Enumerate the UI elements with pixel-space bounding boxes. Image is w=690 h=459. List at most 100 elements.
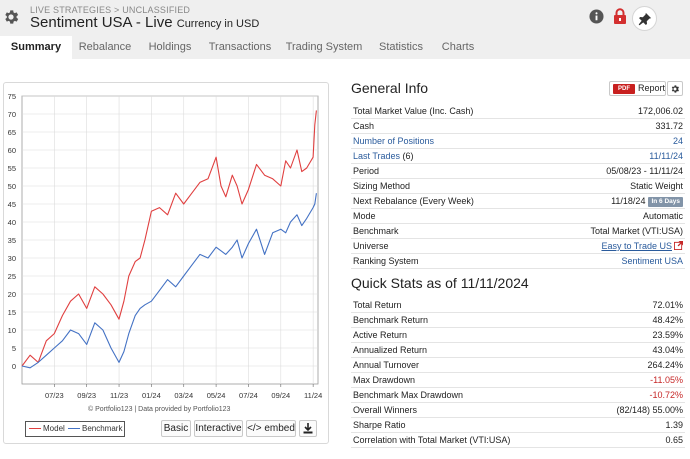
tab-holdings[interactable]: Holdings <box>138 36 202 59</box>
quick-stats-title: Quick Stats as of 11/11/2024 <box>351 275 529 291</box>
chart-credit: © Portfolio123 | Data provided by Portfo… <box>88 406 231 413</box>
positions-count-link[interactable]: 24 <box>673 134 683 148</box>
y-tick-label: 70 <box>8 110 16 119</box>
basic-chart-button[interactable]: Basic <box>161 420 191 437</box>
row-value: 48.42% <box>652 315 683 325</box>
legend-item-benchmark[interactable]: Benchmark <box>68 424 122 433</box>
info-row-mode: Mode Automatic <box>351 209 685 224</box>
y-tick-label: 55 <box>8 164 16 173</box>
y-tick-label: 65 <box>8 128 16 137</box>
legend-label-benchmark: Benchmark <box>82 424 123 433</box>
row-label: Sharpe Ratio <box>353 420 406 430</box>
ranking-system-link[interactable]: Sentiment USA <box>621 254 683 268</box>
row-value: 172,006.02 <box>637 106 683 116</box>
y-tick-label: 60 <box>8 146 16 155</box>
stat-row-annualized-return: Annualized Return 43.04% <box>351 343 685 358</box>
row-label: Last Trades (6) <box>353 149 414 163</box>
y-tick-label: 25 <box>8 272 16 281</box>
row-label: Next Rebalance (Every Week) <box>353 196 474 206</box>
last-trades-link[interactable]: Last Trades <box>353 151 400 161</box>
info-row-ranking-system: Ranking System Sentiment USA <box>351 254 685 269</box>
x-tick-label: 07/24 <box>239 391 258 400</box>
stat-row-active-return: Active Return 23.59% <box>351 328 685 343</box>
x-tick-label: 07/23 <box>45 391 64 400</box>
row-value: 11/18/24 In 6 Days <box>611 194 683 208</box>
lock-icon[interactable] <box>613 8 627 24</box>
download-icon <box>303 423 313 434</box>
performance-chart[interactable]: 0 5 10 15 20 25 30 35 40 45 50 55 60 65 70 75 07/23 09/23… <box>0 82 330 404</box>
tab-bar: Summary Rebalance Holdings Transactions … <box>0 36 690 59</box>
tab-trading-system[interactable]: Trading System <box>278 36 370 59</box>
report-button[interactable]: PDF Report <box>609 81 666 96</box>
row-value: (82/148) 55.00% <box>616 405 683 415</box>
row-label: Annual Turnover <box>353 360 420 370</box>
row-label: Correlation with Total Market (VTI:USA) <box>353 435 511 445</box>
info-row-period: Period 05/08/23 - 11/11/24 <box>351 164 685 179</box>
report-label: Report <box>638 83 666 93</box>
tab-statistics[interactable]: Statistics <box>370 36 432 59</box>
x-tick-label: 11/23 <box>110 391 128 400</box>
positions-link[interactable]: Number of Positions <box>353 134 434 148</box>
x-tick-label: 11/24 <box>304 391 322 400</box>
y-tick-label: 75 <box>8 92 16 101</box>
row-label: Benchmark Max Drawdown <box>353 390 464 400</box>
report-settings-button[interactable] <box>667 81 683 96</box>
row-value: 05/08/23 - 11/11/24 <box>606 166 683 176</box>
x-tick-label: 05/24 <box>207 391 226 400</box>
info-icon[interactable] <box>589 9 604 24</box>
x-tick-label: 01/24 <box>142 391 161 400</box>
tab-transactions[interactable]: Transactions <box>202 36 278 59</box>
row-value: 23.59% <box>652 330 683 340</box>
interactive-chart-button[interactable]: Interactive <box>194 420 243 437</box>
row-label: Overall Winners <box>353 405 418 415</box>
legend-label-model: Model <box>43 424 65 433</box>
page-title: Sentiment USA - Live Currency in USD <box>30 14 259 31</box>
row-label: Cash <box>353 121 375 131</box>
tab-charts[interactable]: Charts <box>432 36 484 59</box>
pin-icon <box>638 12 652 26</box>
info-row-benchmark: Benchmark Total Market (VTI:USA) <box>351 224 685 239</box>
days-until-badge: In 6 Days <box>648 197 683 207</box>
x-tick-label: 09/24 <box>271 391 290 400</box>
y-tick-label: 5 <box>12 344 16 353</box>
download-button[interactable] <box>299 420 317 437</box>
embed-button[interactable]: </> embed <box>246 420 296 437</box>
info-row-number-of-positions: Number of Positions 24 <box>351 134 685 149</box>
stat-row-benchmark-return: Benchmark Return 48.42% <box>351 313 685 328</box>
gear-icon <box>671 85 679 93</box>
legend-swatch-model <box>29 428 41 430</box>
y-tick-label: 30 <box>8 254 16 263</box>
y-tick-label: 50 <box>8 182 16 191</box>
stat-row-overall-winners: Overall Winners (82/148) 55.00% <box>351 403 685 418</box>
y-tick-label: 40 <box>8 218 16 227</box>
x-tick-label: 09/23 <box>77 391 96 400</box>
y-tick-label: 20 <box>8 290 16 299</box>
stat-row-benchmark-max-drawdown: Benchmark Max Drawdown -10.72% <box>351 388 685 403</box>
app-header: LIVE STRATEGIES > UNCLASSIFIED Sentiment… <box>0 0 690 36</box>
tab-summary[interactable]: Summary <box>0 36 72 59</box>
row-value: 0.65 <box>665 435 683 445</box>
row-value: -10.72% <box>649 390 683 400</box>
tab-rebalance[interactable]: Rebalance <box>72 36 138 59</box>
info-row-total-market-value: Total Market Value (Inc. Cash) 172,006.0… <box>351 104 685 119</box>
row-value: Static Weight <box>630 181 683 191</box>
row-value: 72.01% <box>652 300 683 310</box>
row-value: Easy to Trade US <box>601 239 683 253</box>
info-row-cash: Cash 331.72 <box>351 119 685 134</box>
chart-legend: Model Benchmark <box>25 421 125 437</box>
gear-icon[interactable] <box>2 8 20 26</box>
last-trades-count: (6) <box>402 151 414 161</box>
currency-label: Currency in USD <box>176 18 260 30</box>
last-trades-date-link[interactable]: 11/11/24 <box>649 149 683 163</box>
universe-link[interactable]: Easy to Trade US <box>601 241 672 251</box>
stat-row-max-drawdown: Max Drawdown -11.05% <box>351 373 685 388</box>
x-tick-label: 03/24 <box>174 391 193 400</box>
row-value: -11.05% <box>650 375 683 385</box>
row-value: 264.24% <box>647 360 683 370</box>
row-label: Max Drawdown <box>353 375 416 385</box>
external-link-icon[interactable] <box>674 241 683 250</box>
legend-item-model[interactable]: Model <box>29 424 65 433</box>
row-label: Annualized Return <box>353 345 428 355</box>
pin-button[interactable] <box>632 6 657 31</box>
row-value: 43.04% <box>652 345 683 355</box>
